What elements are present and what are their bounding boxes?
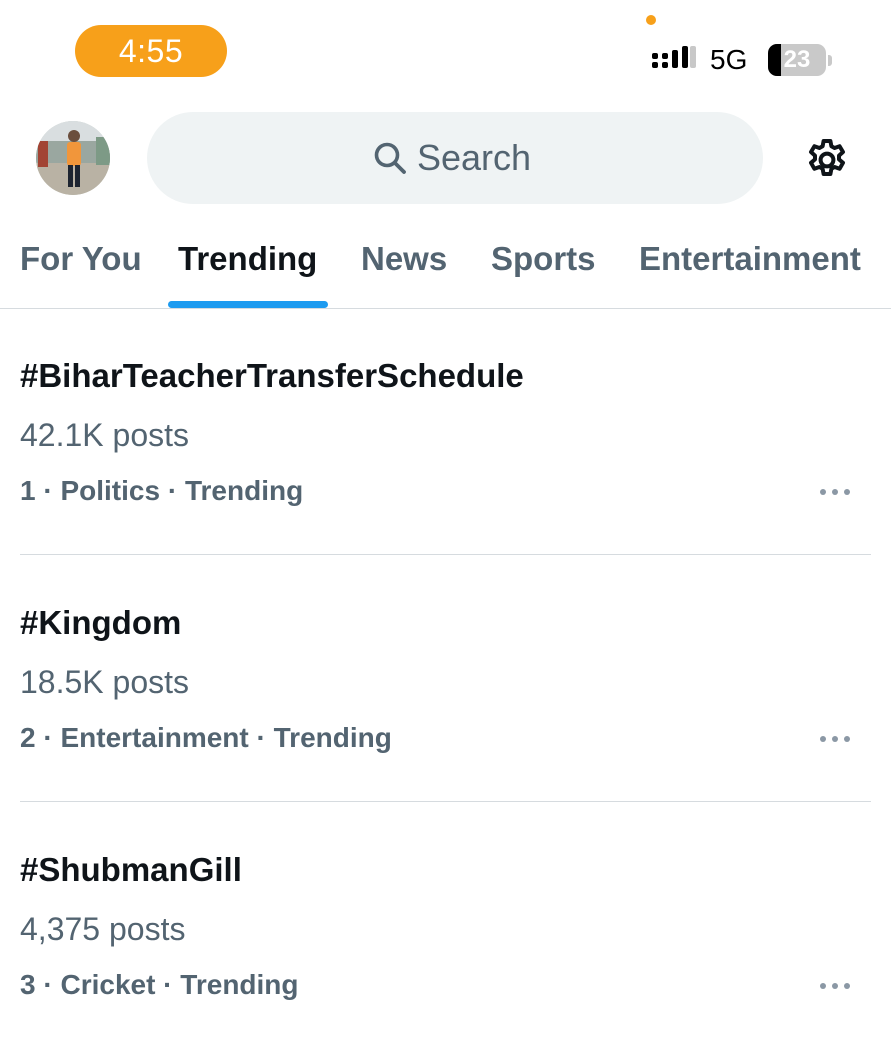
battery-level: 23 [783, 46, 811, 73]
trend-rank: 3 [20, 969, 36, 1000]
battery-icon: 23 [768, 44, 826, 76]
privacy-indicator-dot [646, 15, 656, 25]
tab-sports[interactable]: Sports [491, 240, 596, 278]
trend-post-count: 4,375 posts [20, 911, 186, 947]
trend-meta: 1 · Politics · Trending [20, 475, 304, 506]
trend-category: Cricket [60, 969, 156, 1000]
trend-meta: 2 · Entertainment · Trending [20, 722, 392, 753]
search-input[interactable]: Search [147, 112, 763, 204]
status-bar: 4:55 5G 23 [0, 0, 891, 100]
trend-status: Trending [273, 722, 392, 753]
trend-item[interactable]: #BiharTeacherTransferSchedule 42.1K post… [0, 309, 891, 555]
network-type: 5G [710, 44, 748, 75]
tab-entertainment[interactable]: Entertainment [639, 240, 861, 278]
tab-news[interactable]: News [361, 240, 447, 278]
more-horizontal-icon[interactable] [815, 477, 855, 507]
search-icon [374, 142, 406, 174]
trend-rank: 2 [20, 722, 36, 753]
profile-photo [36, 121, 110, 195]
trend-status: Trending [184, 475, 304, 506]
trend-hashtag: #Kingdom [20, 604, 182, 641]
tab-trending[interactable]: Trending [178, 240, 317, 278]
status-time[interactable]: 4:55 [75, 25, 227, 77]
gear-icon[interactable] [803, 136, 851, 184]
battery-nub [828, 55, 832, 66]
avatar[interactable] [36, 121, 110, 195]
explore-tabs: For You Trending News Sports Entertainme… [0, 228, 891, 308]
trend-post-count: 42.1K posts [20, 417, 189, 453]
trend-rank: 1 [20, 475, 36, 506]
trend-category: Politics [60, 475, 161, 506]
tab-for-you[interactable]: For You [20, 240, 142, 278]
trend-item[interactable]: #ShubmanGill 4,375 posts 3 · Cricket · T… [0, 803, 891, 1049]
divider [20, 801, 871, 802]
active-tab-indicator [168, 301, 328, 308]
search-placeholder: Search [416, 137, 532, 178]
divider [20, 554, 871, 555]
more-horizontal-icon[interactable] [815, 971, 855, 1001]
trend-hashtag: #ShubmanGill [20, 851, 242, 888]
trend-item[interactable]: #Kingdom 18.5K posts 2 · Entertainment ·… [0, 556, 891, 802]
cellular-signal-icon [652, 46, 696, 68]
trend-status: Trending [180, 969, 299, 1000]
trend-category: Entertainment [60, 722, 249, 753]
trend-hashtag: #BiharTeacherTransferSchedule [20, 357, 524, 394]
more-horizontal-icon[interactable] [815, 724, 855, 754]
trend-post-count: 18.5K posts [20, 664, 189, 700]
trend-meta: 3 · Cricket · Trending [20, 969, 299, 1000]
